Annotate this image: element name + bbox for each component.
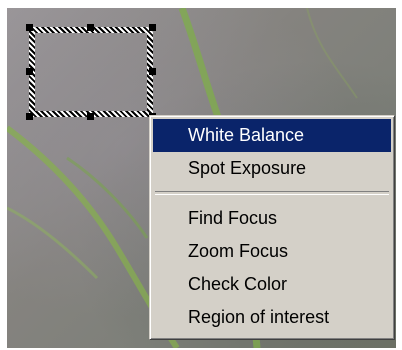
- roi-handle-middle-left[interactable]: [26, 68, 33, 75]
- roi-handle-top-right[interactable]: [149, 24, 156, 31]
- menu-item-region-of-interest[interactable]: Region of interest: [153, 301, 391, 334]
- roi-handle-bottom-middle[interactable]: [87, 113, 94, 120]
- menu-item-check-color[interactable]: Check Color: [153, 268, 391, 301]
- context-menu: White Balance Spot Exposure Find Focus Z…: [149, 115, 395, 340]
- menu-item-spot-exposure[interactable]: Spot Exposure: [153, 152, 391, 185]
- roi-handle-top-left[interactable]: [26, 24, 33, 31]
- menu-item-white-balance[interactable]: White Balance: [153, 119, 391, 152]
- menu-item-zoom-focus[interactable]: Zoom Focus: [153, 235, 391, 268]
- roi-handle-bottom-left[interactable]: [26, 113, 33, 120]
- roi-selection-rectangle[interactable]: [29, 27, 153, 117]
- roi-handle-top-middle[interactable]: [87, 24, 94, 31]
- menu-item-find-focus[interactable]: Find Focus: [153, 202, 391, 235]
- menu-separator: [155, 191, 389, 195]
- roi-handle-middle-right[interactable]: [149, 68, 156, 75]
